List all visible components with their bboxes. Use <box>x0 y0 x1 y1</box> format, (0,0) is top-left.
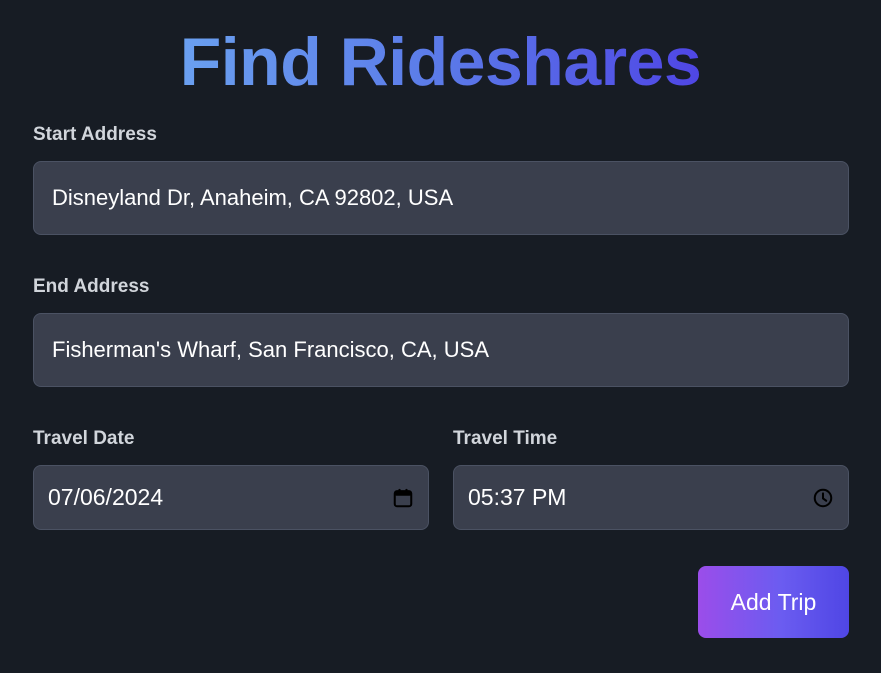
start-address-value: Disneyland Dr, Anaheim, CA 92802, USA <box>52 185 454 210</box>
travel-time-input[interactable]: 05:37 PM <box>453 465 849 530</box>
travel-date-input[interactable]: 07/06/2024 <box>33 465 429 530</box>
end-address-value: Fisherman's Wharf, San Francisco, CA, US… <box>52 337 489 362</box>
calendar-icon[interactable] <box>392 487 414 509</box>
travel-time-label: Travel Time <box>453 428 558 449</box>
end-address-label: End Address <box>33 276 150 297</box>
start-address-label: Start Address <box>33 124 157 145</box>
clock-icon[interactable] <box>812 487 834 509</box>
page-title: Find Rideshares <box>0 20 881 104</box>
travel-date-value: 07/06/2024 <box>48 484 164 510</box>
travel-time-value: 05:37 PM <box>468 484 567 510</box>
travel-date-label: Travel Date <box>33 428 135 449</box>
find-rideshares-page: Find Rideshares Start Address Disneyland… <box>0 0 881 673</box>
end-address-input[interactable]: Fisherman's Wharf, San Francisco, CA, US… <box>33 313 849 387</box>
add-trip-button[interactable]: Add Trip <box>698 566 849 638</box>
page-title-text: Find Rideshares <box>179 24 702 100</box>
start-address-input[interactable]: Disneyland Dr, Anaheim, CA 92802, USA <box>33 161 849 235</box>
